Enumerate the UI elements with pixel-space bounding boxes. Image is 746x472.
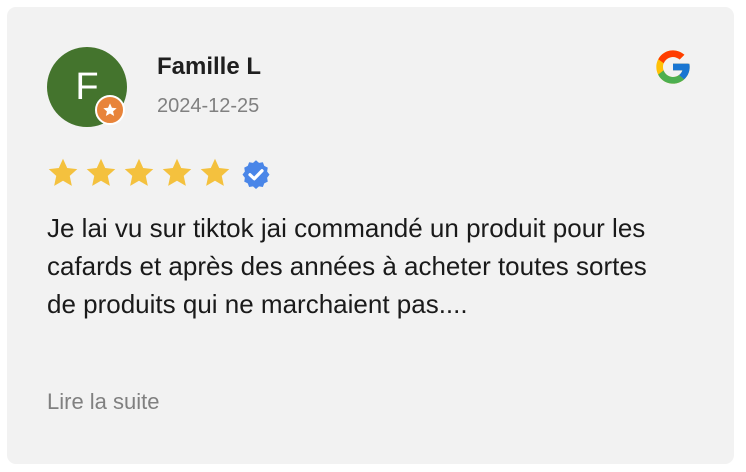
star-icon [48, 158, 78, 186]
review-card: F Famille L 2024-12-25 Je lai vu sur tik… [7, 7, 734, 464]
author-name: Famille L [157, 53, 262, 80]
google-icon [656, 50, 690, 84]
star-rating [45, 155, 233, 193]
read-more-link[interactable]: Lire la suite [47, 389, 160, 415]
star-icon [124, 158, 154, 186]
local-guide-badge-icon [95, 95, 125, 125]
star-icon [200, 158, 230, 186]
star-icon [162, 158, 192, 186]
star-icon [86, 158, 116, 186]
review-date: 2024-12-25 [157, 95, 260, 117]
review-text: Je lai vu sur tiktok jai commandé un pro… [47, 213, 647, 319]
verified-badge-icon [242, 160, 270, 189]
